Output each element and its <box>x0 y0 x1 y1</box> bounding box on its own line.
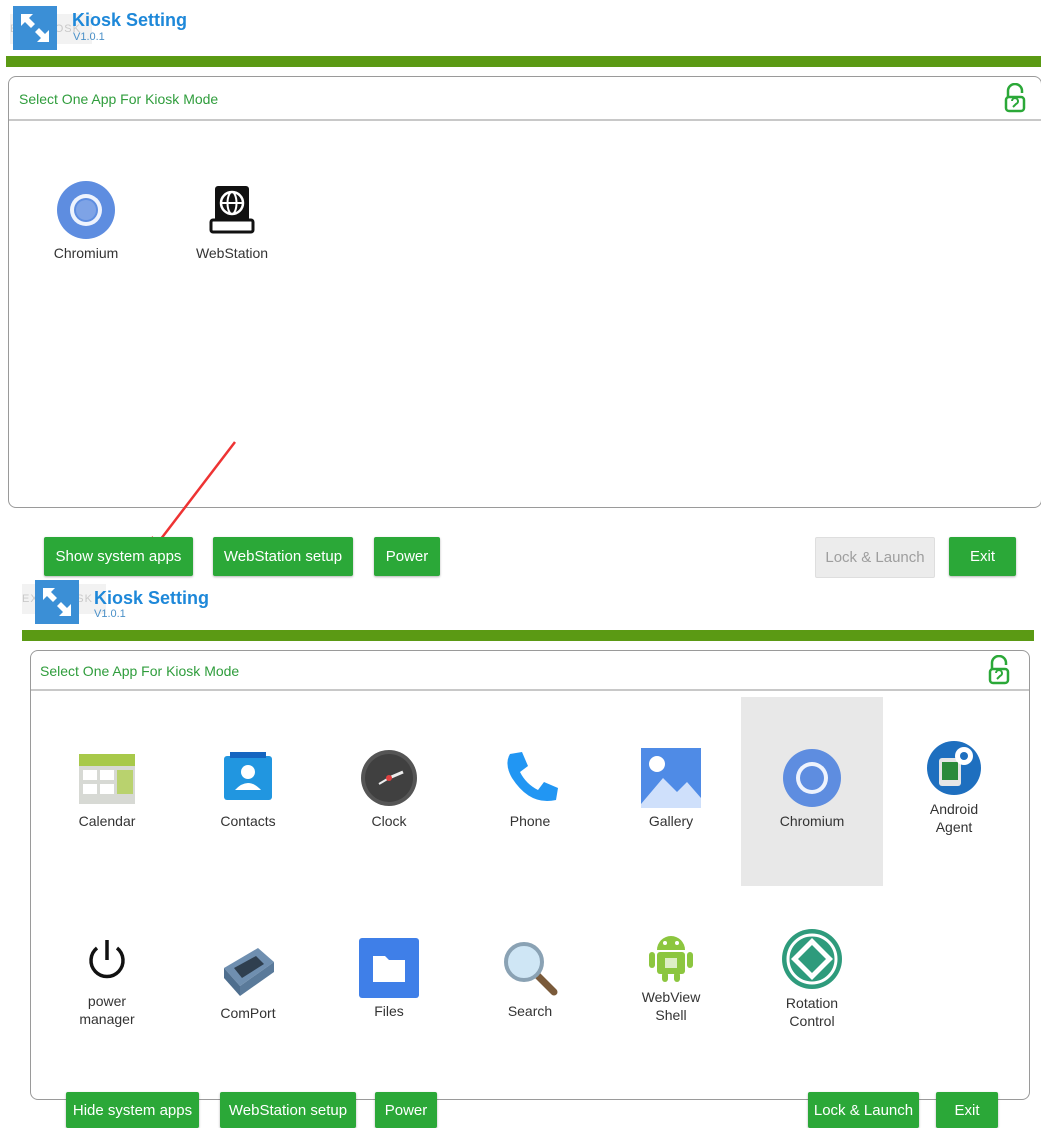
gallery-icon <box>641 748 701 808</box>
panel-header: Select One App For Kiosk Mode <box>31 651 1029 691</box>
power-button[interactable]: Power <box>375 1092 437 1128</box>
panel-title: Select One App For Kiosk Mode <box>40 663 240 679</box>
app-phone[interactable]: Phone <box>460 748 600 830</box>
rotation-icon <box>781 928 843 990</box>
app-gallery[interactable]: Gallery <box>601 748 741 830</box>
files-icon <box>359 938 419 998</box>
power-button[interactable]: Power <box>374 537 440 576</box>
app-label: Chromium <box>53 245 119 261</box>
app-calendar[interactable]: Calendar <box>37 748 177 830</box>
android-agent-icon <box>926 740 982 796</box>
app-label: WebStation <box>195 245 269 261</box>
app-label: Phone <box>509 813 551 829</box>
kiosk-logo-icon <box>35 580 79 624</box>
unlock-icon[interactable] <box>1003 82 1027 118</box>
app-label: Gallery <box>648 813 694 829</box>
power-icon <box>82 936 132 986</box>
app-label: Clock <box>371 813 407 829</box>
panel-title: Select One App For Kiosk Mode <box>19 91 219 107</box>
show-system-apps-button[interactable]: Show system apps <box>44 537 193 576</box>
app-label: Chromium <box>779 813 845 829</box>
app-webstation[interactable]: WebStation <box>162 180 302 262</box>
calendar-icon <box>77 748 137 808</box>
app-android-agent[interactable]: Android Agent <box>884 740 1024 836</box>
header-divider-bar <box>6 56 1041 67</box>
exit-button[interactable]: Exit <box>936 1092 998 1128</box>
app-chromium[interactable]: Chromium <box>742 748 882 830</box>
panel-header: Select One App For Kiosk Mode <box>9 77 1041 121</box>
app-label: WebView Shell <box>641 989 701 1023</box>
app-label: Files <box>374 1003 404 1019</box>
webstation-setup-button[interactable]: WebStation setup <box>213 537 353 576</box>
search-icon <box>500 938 560 998</box>
app-rotation-control[interactable]: Rotation Control <box>742 928 882 1030</box>
contacts-icon <box>218 748 278 808</box>
app-label: ComPort <box>220 1005 276 1021</box>
app-search[interactable]: Search <box>460 938 600 1020</box>
webstation-setup-button[interactable]: WebStation setup <box>220 1092 356 1128</box>
lock-launch-button-disabled: Lock & Launch <box>815 537 935 578</box>
app-contacts[interactable]: Contacts <box>178 748 318 830</box>
app-files[interactable]: Files <box>319 938 459 1020</box>
phone-icon <box>500 748 560 808</box>
lock-launch-button[interactable]: Lock & Launch <box>808 1092 919 1128</box>
clock-icon <box>359 748 419 808</box>
app-version: V1.0.1 <box>73 31 105 43</box>
chromium-icon <box>782 748 842 808</box>
app-comport[interactable]: ComPort <box>178 940 318 1022</box>
app-chromium[interactable]: Chromium <box>16 180 156 262</box>
chromium-icon <box>56 180 116 240</box>
app-title: Kiosk Setting <box>94 588 210 608</box>
app-title: Kiosk Setting <box>72 10 188 30</box>
app-label: power manager <box>79 993 135 1027</box>
app-label: Contacts <box>220 813 276 829</box>
hide-system-apps-button[interactable]: Hide system apps <box>66 1092 199 1128</box>
android-icon <box>643 928 699 984</box>
app-label: Calendar <box>78 813 136 829</box>
unlock-icon[interactable] <box>987 654 1011 690</box>
comport-icon <box>218 940 278 1000</box>
app-power-manager[interactable]: power manager <box>37 936 177 1028</box>
app-label: Rotation Control <box>785 995 839 1029</box>
app-label: Search <box>507 1003 553 1019</box>
webstation-icon <box>202 180 262 240</box>
app-clock[interactable]: Clock <box>319 748 459 830</box>
header-divider-bar <box>22 630 1034 641</box>
app-version: V1.0.1 <box>94 608 126 620</box>
kiosk-logo-icon <box>13 6 57 50</box>
app-label: Android Agent <box>929 801 979 835</box>
exit-button[interactable]: Exit <box>949 537 1016 576</box>
app-webview-shell[interactable]: WebView Shell <box>601 928 741 1024</box>
